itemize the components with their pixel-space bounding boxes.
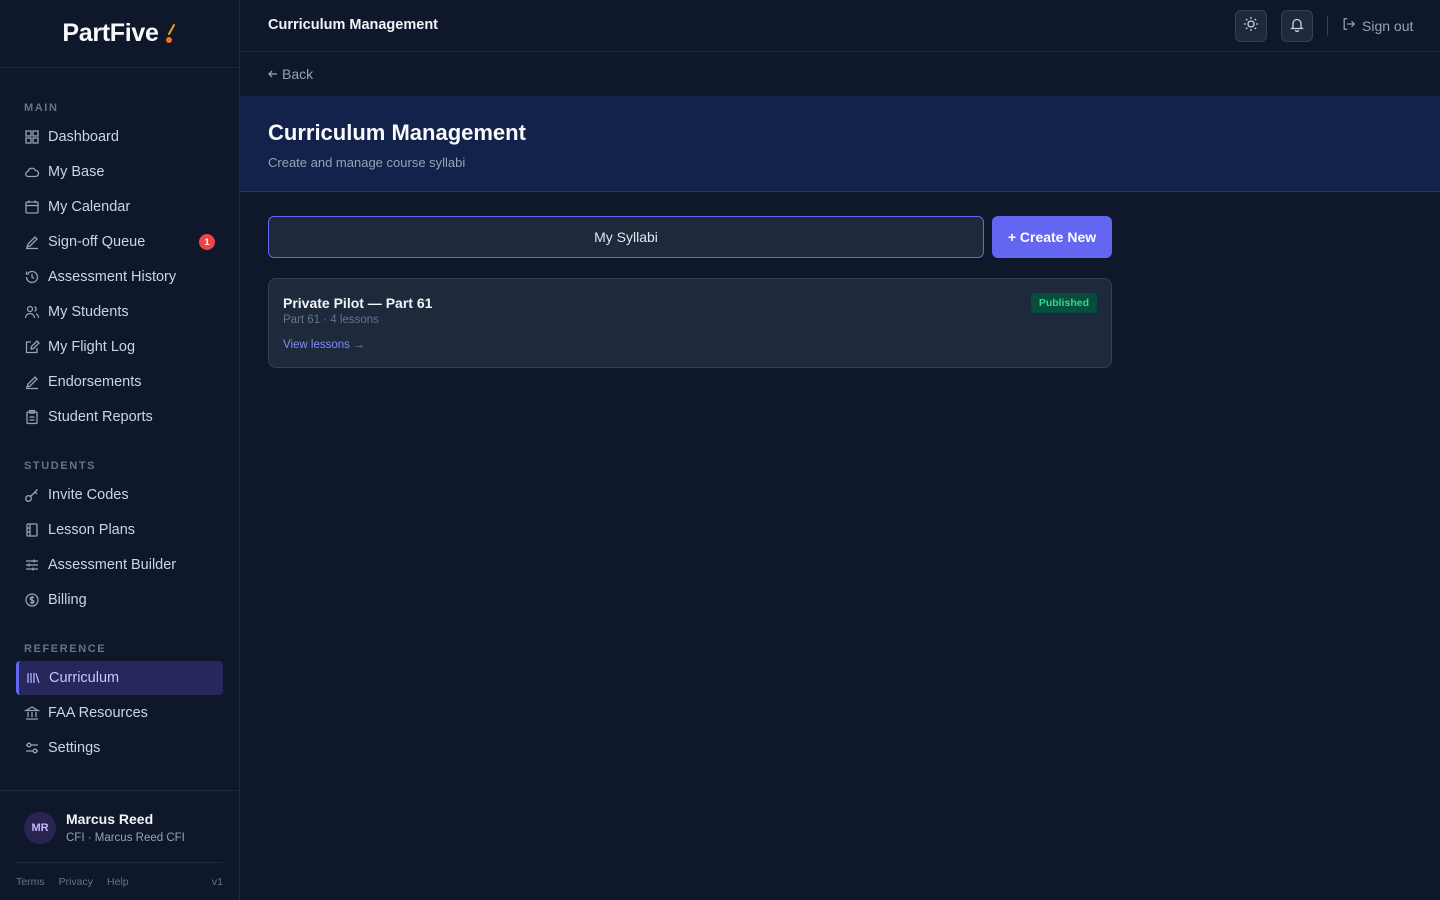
sidebar-item-curriculum[interactable]: Curriculum: [16, 661, 223, 695]
sidebar-item-my-base[interactable]: My Base: [16, 155, 223, 189]
edit-log-icon: [24, 339, 40, 355]
syllabus-title: Private Pilot — Part 61: [283, 295, 433, 311]
section-label-main: MAIN: [24, 102, 59, 114]
dollar-icon: [24, 592, 40, 608]
sidebar: PartFive MAIN Dashboard My Base My Calen…: [0, 0, 240, 900]
user-profile[interactable]: MR Marcus Reed CFI · Marcus Reed CFI: [0, 790, 239, 862]
page-title: Curriculum Management: [268, 120, 526, 145]
sidebar-item-label: Billing: [48, 592, 87, 608]
terms-link[interactable]: Terms: [16, 876, 45, 888]
topbar: Curriculum Management Sign out: [240, 0, 1440, 52]
sidebar-item-label: Endorsements: [48, 374, 142, 390]
sidebar-item-assessment-history[interactable]: Assessment History: [16, 260, 223, 294]
settings-icon: [24, 740, 40, 756]
avatar: MR: [24, 812, 56, 844]
cloud-icon: [24, 164, 40, 180]
sidebar-item-label: Sign-off Queue: [48, 234, 146, 250]
help-link[interactable]: Help: [107, 876, 129, 888]
sidebar-item-label: Lesson Plans: [48, 522, 136, 538]
sidebar-item-label: Assessment Builder: [48, 557, 177, 573]
footer-links: Terms Privacy Help v1: [16, 862, 223, 900]
sidebar-item-label: My Calendar: [48, 199, 131, 215]
sidebar-item-student-reports[interactable]: Student Reports: [16, 400, 223, 434]
create-new-button[interactable]: + Create New: [992, 216, 1112, 258]
sidebar-item-my-students[interactable]: My Students: [16, 295, 223, 329]
history-icon: [24, 269, 40, 285]
sidebar-item-my-calendar[interactable]: My Calendar: [16, 190, 223, 224]
sidebar-item-my-flight-log[interactable]: My Flight Log: [16, 330, 223, 364]
arrow-left-icon: [268, 66, 282, 82]
privacy-link[interactable]: Privacy: [59, 876, 93, 888]
topbar-divider: [1327, 16, 1328, 36]
back-label: Back: [282, 66, 314, 82]
sun-icon: [1243, 16, 1259, 37]
sidebar-item-label: My Flight Log: [48, 339, 136, 355]
logout-icon: [1342, 17, 1362, 34]
notifications-button[interactable]: [1281, 10, 1313, 42]
syllabus-meta: Part 61 · 4 lessons: [283, 314, 379, 326]
pen-icon: [24, 374, 40, 390]
sidebar-item-label: Invite Codes: [48, 487, 129, 503]
back-row: Back: [240, 52, 1440, 96]
back-button[interactable]: Back: [268, 66, 313, 82]
sidebar-item-assessment-builder[interactable]: Assessment Builder: [16, 548, 223, 582]
library-icon: [25, 670, 41, 686]
sidebar-item-label: Settings: [48, 740, 101, 756]
notification-count-badge: 1: [199, 234, 215, 250]
section-label-reference: REFERENCE: [24, 643, 107, 655]
key-icon: [24, 487, 40, 503]
logo-mark-icon: [165, 23, 177, 45]
book-icon: [24, 522, 40, 538]
sidebar-item-label: Assessment History: [48, 269, 177, 285]
sidebar-item-label: Curriculum: [49, 670, 120, 686]
page-header: Curriculum Management Create and manage …: [240, 96, 1440, 192]
sidebar-item-faa-resources[interactable]: FAA Resources: [16, 696, 223, 730]
app-name: PartFive: [62, 19, 159, 47]
sign-out-button[interactable]: Sign out: [1342, 17, 1413, 34]
grid-icon: [24, 129, 40, 145]
sliders-icon: [24, 557, 40, 573]
theme-toggle-button[interactable]: [1235, 10, 1267, 42]
sidebar-item-label: My Students: [48, 304, 129, 320]
clipboard-icon: [24, 409, 40, 425]
sidebar-item-invite-codes[interactable]: Invite Codes: [16, 478, 223, 512]
sidebar-item-label: Student Reports: [48, 409, 153, 425]
syllabus-card[interactable]: Private Pilot — Part 61 Part 61 · 4 less…: [268, 278, 1112, 368]
landmark-icon: [24, 705, 40, 721]
sidebar-item-sign-off-queue[interactable]: Sign-off Queue 1: [16, 225, 223, 259]
version-label: v1: [211, 875, 223, 888]
sidebar-item-settings[interactable]: Settings: [16, 731, 223, 765]
logo[interactable]: PartFive: [0, 0, 239, 68]
sidebar-item-billing[interactable]: Billing: [16, 583, 223, 617]
sign-out-label: Sign out: [1362, 17, 1414, 34]
sidebar-item-label: Dashboard: [48, 129, 119, 145]
bell-icon: [1289, 16, 1305, 37]
view-lessons-link[interactable]: View lessons →: [283, 339, 365, 351]
page-subtitle: Create and manage course syllabi: [268, 155, 466, 170]
calendar-icon: [24, 199, 40, 215]
user-name: Marcus Reed: [66, 811, 154, 827]
sidebar-item-lesson-plans[interactable]: Lesson Plans: [16, 513, 223, 547]
users-icon: [24, 304, 40, 320]
sidebar-item-label: FAA Resources: [48, 705, 148, 721]
tab-my-syllabi[interactable]: My Syllabi: [268, 216, 984, 258]
sidebar-item-endorsements[interactable]: Endorsements: [16, 365, 223, 399]
status-badge: Published: [1030, 293, 1097, 313]
topbar-title: Curriculum Management: [268, 17, 438, 33]
sidebar-item-label: My Base: [48, 164, 105, 180]
pen-icon: [24, 234, 40, 250]
user-role: CFI · Marcus Reed CFI: [66, 832, 185, 844]
sidebar-item-dashboard[interactable]: Dashboard: [16, 120, 223, 154]
section-label-students: STUDENTS: [24, 460, 97, 472]
